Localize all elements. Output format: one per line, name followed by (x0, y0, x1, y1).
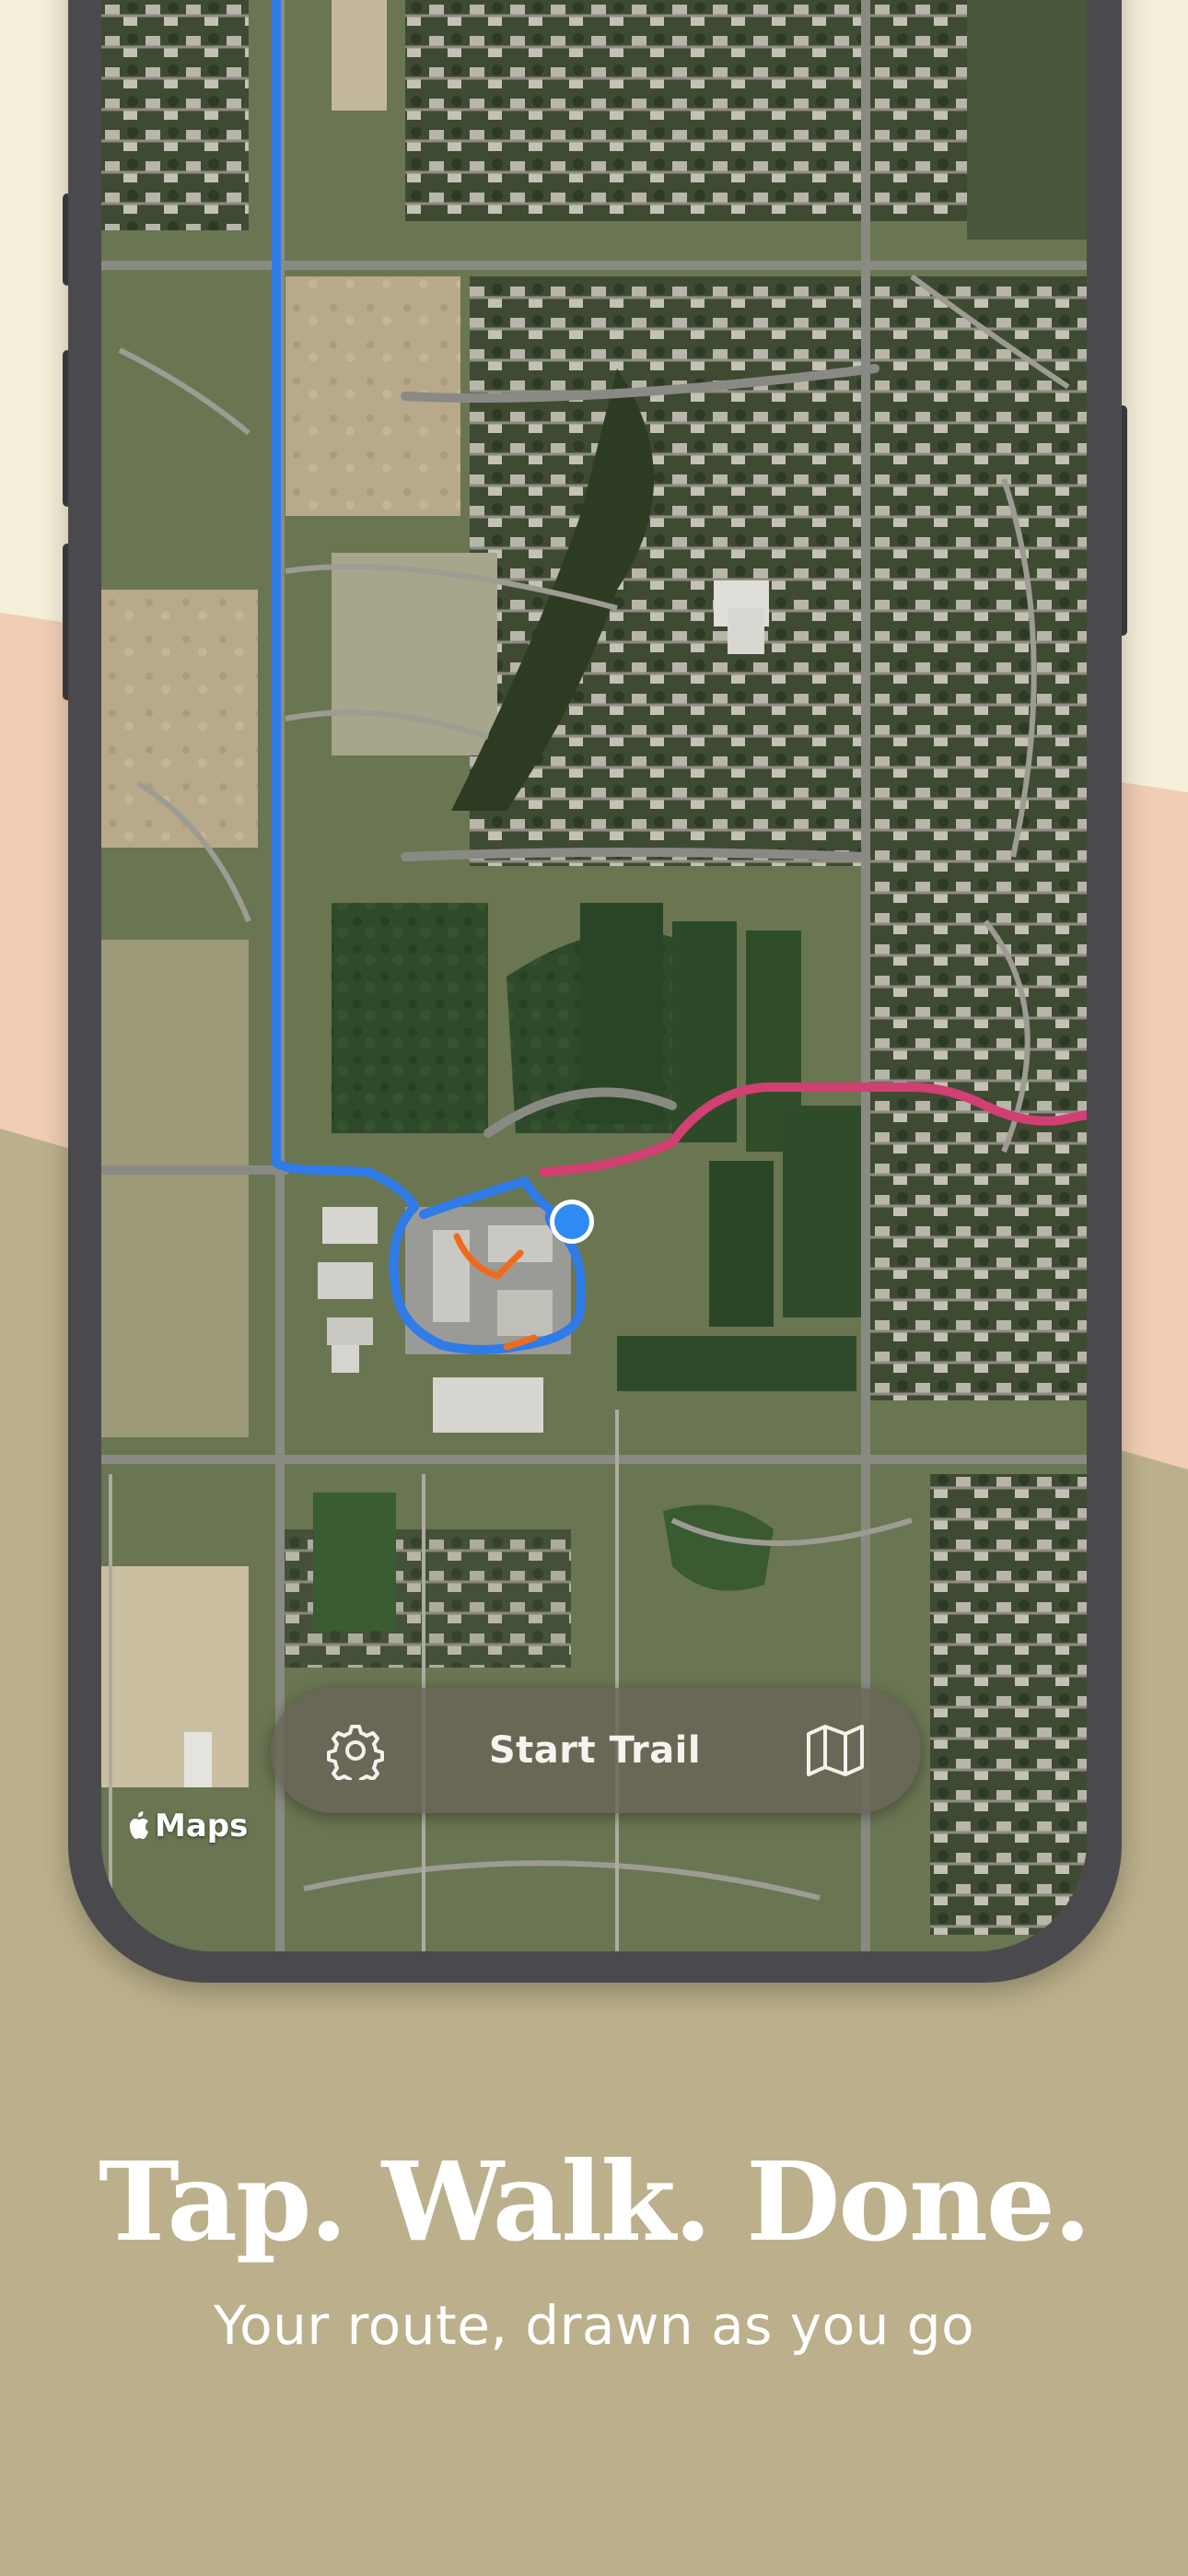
maps-attribution[interactable]: Maps (127, 1808, 248, 1844)
settings-button[interactable] (326, 1721, 385, 1780)
subheadline: Your route, drawn as you go (213, 2294, 975, 2357)
satellite-map[interactable] (101, 0, 1087, 1951)
apple-logo-icon (130, 1811, 148, 1839)
trail-toolbar: Start Trail (271, 1688, 921, 1813)
maps-attribution-label: Maps (155, 1808, 249, 1844)
gear-icon (327, 1725, 384, 1780)
start-trail-label: Start Trail (488, 1729, 702, 1772)
map-icon (806, 1725, 864, 1776)
start-trail-button[interactable]: Start Trail (489, 1729, 701, 1772)
map-button[interactable] (805, 1723, 866, 1778)
headline: Tap. Walk. Done. (98, 2137, 1091, 2266)
map-screen[interactable]: Start Trail Maps (101, 0, 1087, 1951)
